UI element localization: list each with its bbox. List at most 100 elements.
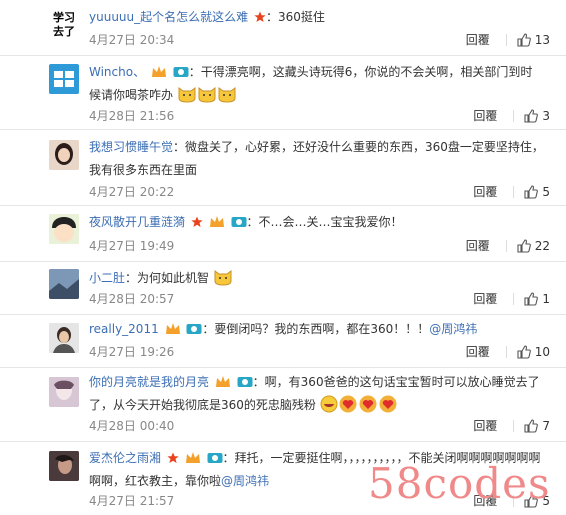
star-badge-icon xyxy=(167,452,179,463)
avatar[interactable] xyxy=(49,377,79,407)
reply-button[interactable]: 回覆 xyxy=(466,344,490,360)
cat-emoji-icon xyxy=(197,85,217,111)
comment-line: 你的月亮就是我的月亮 ：啊，有360爸爸的这句话宝宝暂时可以放心睡觉去了了，从今… xyxy=(89,371,544,421)
comment-text: ：为何如此机智 xyxy=(125,271,210,285)
thumbs-up-icon xyxy=(524,419,539,433)
camera-badge-icon xyxy=(173,67,189,77)
like-count: 1 xyxy=(542,292,550,306)
star-badge-icon xyxy=(254,11,266,22)
username[interactable]: 我想习惯睡午觉 xyxy=(89,140,173,154)
reply-button[interactable]: 回覆 xyxy=(473,108,497,124)
comment-item: 我想习惯睡午觉：微盘关了，心好累，还好没什么重要的东西，360盘一定要坚持住，我… xyxy=(0,129,566,206)
like-button[interactable]: 1 xyxy=(524,291,550,307)
comment-date: 4月27日 19:26 xyxy=(89,345,175,359)
windows-logo-icon xyxy=(54,71,74,87)
thumbs-up-icon xyxy=(524,185,539,199)
comment-item: 你的月亮就是我的月亮 ：啊，有360爸爸的这句话宝宝暂时可以放心睡觉去了了，从今… xyxy=(0,367,566,442)
like-button[interactable]: 7 xyxy=(524,418,550,434)
cat-emoji-icon xyxy=(217,85,237,111)
comment-actions: 回覆 13 xyxy=(466,32,550,48)
like-button[interactable]: 5 xyxy=(524,184,550,200)
username[interactable]: 小二肚 xyxy=(89,271,125,285)
avatar[interactable]: 学习 去了 xyxy=(49,10,79,41)
like-count: 10 xyxy=(534,345,550,359)
reply-button[interactable]: 回覆 xyxy=(473,184,497,200)
username[interactable]: Wincho、 xyxy=(89,65,145,79)
user-photo-icon xyxy=(49,377,79,407)
username[interactable]: yuuuuu_起个名怎么就这么难 xyxy=(89,10,248,24)
comment-line: 夜风散开几重涟漪 ：不…会…关…宝宝我爱你！ xyxy=(89,211,549,234)
member-crown-icon xyxy=(185,452,200,463)
like-button[interactable]: 22 xyxy=(517,238,550,254)
thumbs-up-icon xyxy=(517,345,531,359)
comment-actions: 回覆 5 xyxy=(473,184,550,200)
comment-text: ：360挺住 xyxy=(265,10,325,24)
comment-item: 小二肚：为何如此机智 4月28日 20:57 回覆 1 xyxy=(0,261,566,315)
divider xyxy=(513,186,515,198)
avatar[interactable] xyxy=(49,323,79,353)
username[interactable]: 你的月亮就是我的月亮 xyxy=(89,375,209,389)
camera-badge-icon xyxy=(237,377,253,387)
like-count: 7 xyxy=(542,419,550,433)
thumbs-up-icon xyxy=(517,33,531,47)
like-button[interactable]: 13 xyxy=(517,32,550,48)
comment-date: 4月28日 21:56 xyxy=(89,109,175,123)
avatar[interactable] xyxy=(49,214,79,244)
comment-actions: 回覆 22 xyxy=(466,238,550,254)
divider xyxy=(505,240,507,252)
comment-date: 4月27日 20:22 xyxy=(89,185,175,199)
comment-date: 4月27日 20:34 xyxy=(89,33,175,47)
member-crown-icon xyxy=(165,323,180,334)
thumbs-up-icon xyxy=(517,239,531,253)
like-count: 3 xyxy=(542,109,550,123)
cartoon-avatar-icon xyxy=(49,214,79,244)
avatar[interactable] xyxy=(49,269,79,299)
comment-text: ：要倒闭吗？我的东西啊，都在360！！！ xyxy=(202,322,430,336)
divider xyxy=(513,293,515,305)
reply-button[interactable]: 回覆 xyxy=(466,238,490,254)
divider xyxy=(505,34,507,46)
comment-line: 我想习惯睡午觉：微盘关了，心好累，还好没什么重要的东西，360盘一定要坚持住，我… xyxy=(89,136,544,182)
divider xyxy=(513,420,515,432)
comment-date: 4月27日 21:57 xyxy=(89,494,175,508)
like-button[interactable]: 3 xyxy=(524,108,550,124)
cat-emoji-icon xyxy=(213,268,233,294)
comment-actions: 回覆 3 xyxy=(473,108,550,124)
reply-button[interactable]: 回覆 xyxy=(473,418,497,434)
avatar[interactable] xyxy=(49,140,79,170)
comment-item: Wincho、 ：干得漂亮啊，这藏头诗玩得6，你说的不会关啊，相关部门到时候请你… xyxy=(0,55,566,130)
comment-actions: 回覆 1 xyxy=(473,291,550,307)
thumbs-up-icon xyxy=(524,109,539,123)
username[interactable]: 爱杰伦之雨湘 xyxy=(89,451,161,465)
like-count: 13 xyxy=(534,33,550,47)
thumbs-up-icon xyxy=(524,292,539,306)
camera-badge-icon xyxy=(186,324,202,334)
comment-line: really_2011 ：要倒闭吗？我的东西啊，都在360！！！@周鸿祎 xyxy=(89,318,549,341)
reply-button[interactable]: 回覆 xyxy=(473,291,497,307)
member-crown-icon xyxy=(151,66,166,77)
mention-link[interactable]: @周鸿祎 xyxy=(221,474,269,488)
cat-emoji-icon xyxy=(177,85,197,111)
watermark: 58codes xyxy=(368,459,551,508)
like-button[interactable]: 10 xyxy=(517,344,550,360)
camera-badge-icon xyxy=(207,453,222,463)
divider xyxy=(513,110,515,122)
comment-item: 夜风散开几重涟漪 ：不…会…关…宝宝我爱你！ 4月27日 19:49 回覆 22 xyxy=(0,205,566,262)
user-photo-icon xyxy=(49,140,79,170)
comment-item: really_2011 ：要倒闭吗？我的东西啊，都在360！！！@周鸿祎 4月2… xyxy=(0,314,566,368)
like-count: 5 xyxy=(542,185,550,199)
heart-emoji-icon xyxy=(358,395,378,421)
mention-link[interactable]: @周鸿祎 xyxy=(429,322,477,336)
comment-actions: 回覆 7 xyxy=(473,418,550,434)
avatar[interactable] xyxy=(49,451,79,481)
divider xyxy=(505,346,507,358)
avatar[interactable] xyxy=(49,64,79,94)
heart-emoji-icon xyxy=(378,395,398,421)
user-photo-icon xyxy=(49,269,79,299)
member-crown-icon xyxy=(215,376,230,387)
user-photo-icon xyxy=(49,451,79,481)
comment-line: 小二肚：为何如此机智 xyxy=(89,267,549,294)
username[interactable]: 夜风散开几重涟漪 xyxy=(89,215,185,229)
username[interactable]: really_2011 xyxy=(89,322,159,336)
reply-button[interactable]: 回覆 xyxy=(466,32,490,48)
